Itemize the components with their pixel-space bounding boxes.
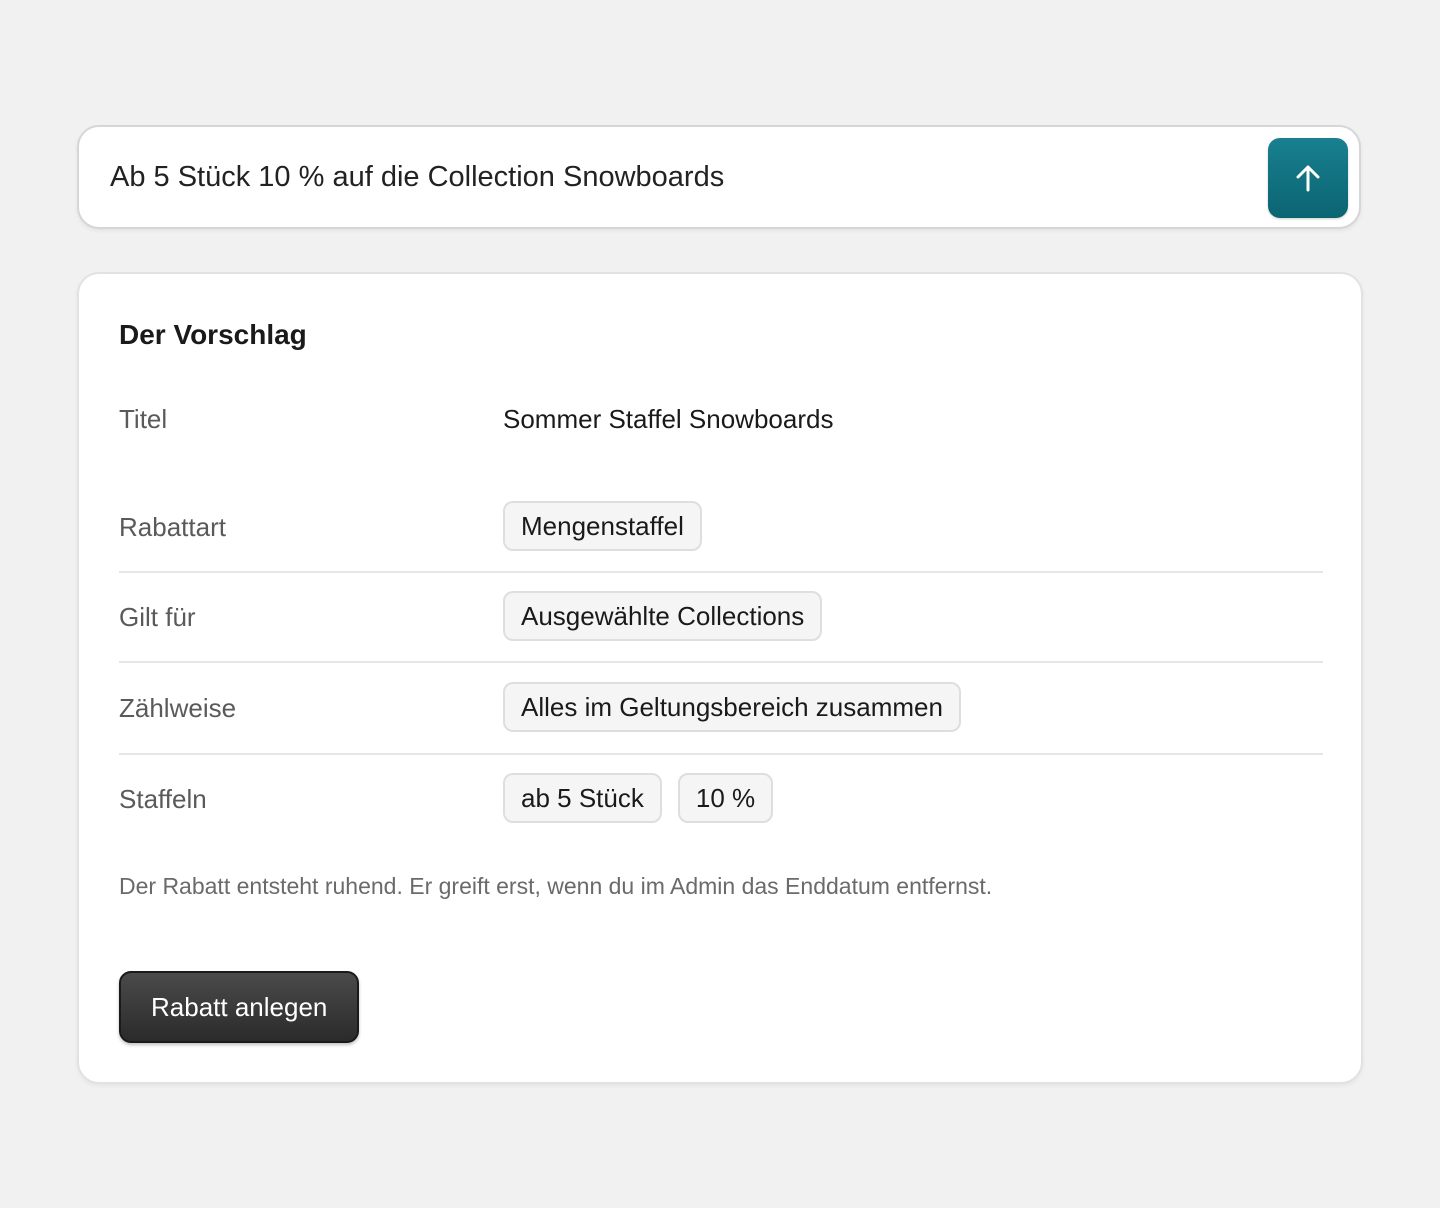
create-discount-button[interactable]: Rabatt anlegen [119, 971, 360, 1043]
row-value-discount-type: Mengenstaffel [503, 501, 702, 551]
prompt-bar [77, 125, 1361, 229]
discount-type-tag: Mengenstaffel [503, 501, 702, 551]
tier-percent-tag: 10 % [677, 773, 774, 823]
proposal-card: Der Vorschlag Titel Sommer Staffel Snowb… [77, 272, 1363, 1084]
arrow-up-icon [1296, 165, 1320, 192]
prompt-input[interactable] [110, 127, 1250, 227]
row-label-tiers: Staffeln [119, 784, 207, 814]
row-label-title: Titel [119, 404, 168, 434]
row-value-tiers: ab 5 Stück 10 % [503, 773, 774, 823]
counting-tag: Alles im Geltungsbereich zusammen [503, 682, 961, 732]
row-value-applies-to: Ausgewählte Collections [503, 591, 823, 641]
divider [119, 661, 1323, 663]
row-value-title: Sommer Staffel Snowboards [503, 401, 833, 437]
row-label-counting: Zählweise [119, 693, 237, 723]
divider [119, 753, 1323, 755]
tier-quantity-tag: ab 5 Stück [503, 773, 662, 823]
discount-title-value: Sommer Staffel Snowboards [503, 404, 834, 434]
info-note: Der Rabatt entsteht ruhend. Er greift er… [119, 873, 993, 899]
row-label-discount-type: Rabattart [119, 512, 226, 542]
card-title: Der Vorschlag [119, 319, 307, 350]
applies-to-tag: Ausgewählte Collections [503, 591, 823, 641]
send-button[interactable] [1268, 138, 1348, 218]
row-label-applies-to: Gilt für [119, 602, 196, 632]
row-value-counting: Alles im Geltungsbereich zusammen [503, 682, 961, 732]
divider [119, 571, 1323, 573]
